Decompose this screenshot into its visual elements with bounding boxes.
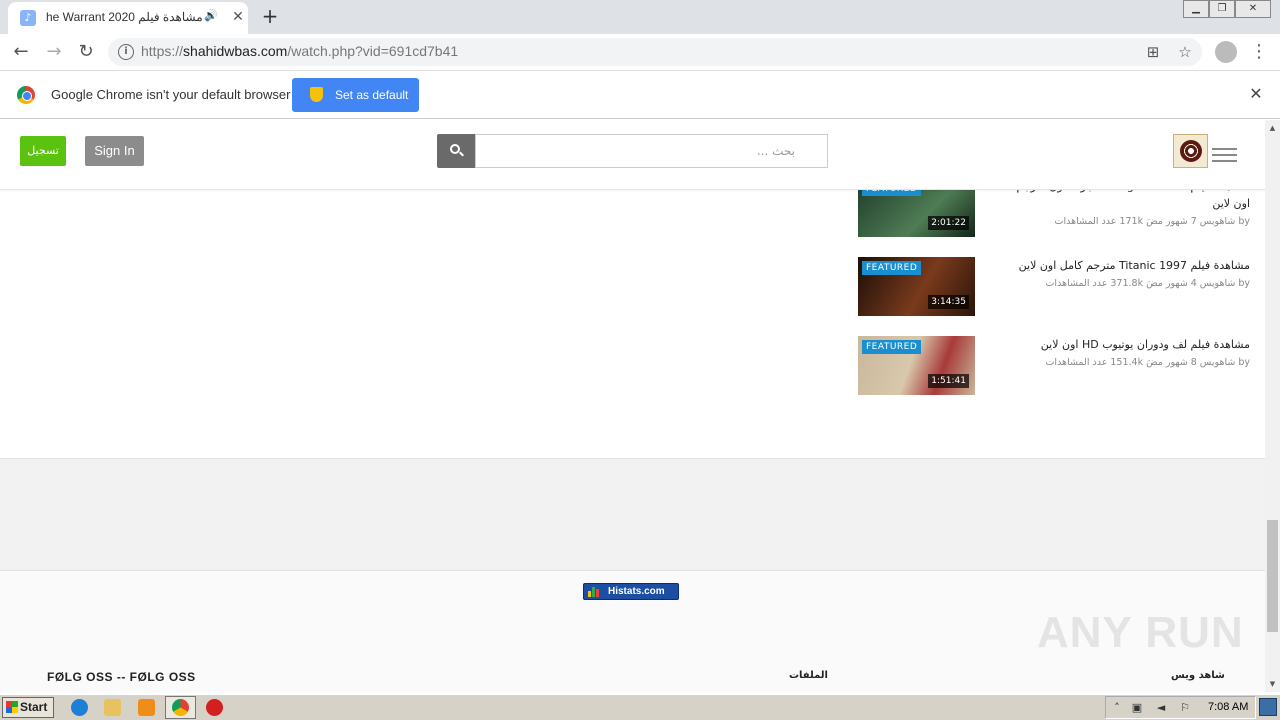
music-note-icon: ♪ <box>20 10 36 26</box>
video-duration: 1:51:41 <box>928 374 969 388</box>
stop-icon[interactable] <box>206 699 223 716</box>
video-thumbnail[interactable]: FEATURED 3:14:35 <box>858 257 975 316</box>
action-center-flag-icon[interactable]: ⚐ <box>1178 701 1192 715</box>
internet-explorer-icon[interactable] <box>71 699 88 716</box>
scroll-up-icon[interactable]: ▲ <box>1265 122 1280 134</box>
clock[interactable]: 7:08 AM <box>1208 701 1248 713</box>
menu-icon[interactable]: ⋮ <box>1250 40 1268 64</box>
reload-button[interactable]: ↻ <box>74 40 98 64</box>
speaker-icon[interactable]: 🔊 <box>204 9 220 25</box>
browser-toolbar: ← → ↻ i https://shahidwbas.com/watch.php… <box>0 34 1280 71</box>
page-viewport: تسجيل Sign In بحث ... FEATURED 2:01:22 م… <box>0 120 1265 692</box>
windows-logo-icon <box>6 701 18 713</box>
back-button[interactable]: ← <box>9 40 33 64</box>
forward-button[interactable]: → <box>42 40 66 64</box>
anyrun-watermark: ANY RUN <box>1037 608 1244 657</box>
close-infobar-icon[interactable]: ✕ <box>1247 85 1265 103</box>
translate-icon[interactable]: ⊞ <box>1144 43 1162 61</box>
video-title[interactable]: مشاهدة فيلم لف ودوران يوتيوب HD اون لاين <box>990 336 1250 353</box>
video-duration: 2:01:22 <box>928 216 969 230</box>
hamburger-menu-icon[interactable] <box>1212 148 1237 162</box>
sign-in-button[interactable]: Sign In <box>85 136 144 166</box>
video-duration: 3:14:35 <box>928 295 969 309</box>
set-as-default-label: Set as default <box>335 88 409 102</box>
video-title[interactable]: مشاهدة فيلم Titanic 1997 مترجم كامل اون … <box>990 257 1250 274</box>
files-heading: الملفات <box>789 670 828 681</box>
default-browser-infobar: Google Chrome isn't your default browser… <box>0 71 1280 119</box>
shahed-heading: شاهد ويس <box>1171 670 1225 681</box>
bar-chart-icon <box>588 587 603 597</box>
info-icon[interactable]: i <box>118 44 134 60</box>
chrome-icon <box>172 699 189 716</box>
url-text: https://shahidwbas.com/watch.php?vid=691… <box>141 43 459 59</box>
taskbar: Start ˄ ▣ ◄ ⚐ 7:08 AM <box>0 694 1280 720</box>
featured-badge: FEATURED <box>862 340 922 354</box>
register-button[interactable]: تسجيل <box>20 136 66 166</box>
minimize-button[interactable]: ▁ <box>1183 0 1209 18</box>
volume-icon[interactable]: ◄ <box>1154 701 1168 715</box>
scroll-thumb[interactable] <box>1267 520 1278 632</box>
site-logo[interactable] <box>1173 134 1208 168</box>
folder-icon[interactable] <box>104 699 121 716</box>
page-scrollbar[interactable]: ▲ ▼ <box>1265 120 1280 692</box>
video-meta: by شاهويس 7 شهور مضَ 171k عدد المشاهدات <box>1054 216 1250 227</box>
set-as-default-button[interactable]: Set as default <box>292 78 419 112</box>
show-desktop-button[interactable] <box>1259 698 1277 716</box>
scroll-down-icon[interactable]: ▼ <box>1265 678 1280 690</box>
video-item[interactable]: FEATURED 1:51:41 مشاهدة فيلم لف ودوران ي… <box>858 336 1253 406</box>
shield-icon <box>310 87 323 102</box>
media-player-icon[interactable] <box>138 699 155 716</box>
close-tab-icon[interactable]: ✕ <box>230 9 246 25</box>
chrome-taskbar-button[interactable] <box>165 696 196 719</box>
site-header: تسجيل Sign In بحث ... <box>0 120 1265 190</box>
close-window-button[interactable]: ✕ <box>1235 0 1271 18</box>
address-bar[interactable]: i https://shahidwbas.com/watch.php?vid=6… <box>108 38 1202 66</box>
profile-avatar-icon[interactable] <box>1215 41 1237 63</box>
new-tab-button[interactable]: + <box>258 4 282 28</box>
start-button[interactable]: Start <box>2 697 54 718</box>
gray-band <box>0 459 1265 571</box>
network-icon[interactable]: ▣ <box>1130 701 1144 715</box>
show-hidden-icons[interactable]: ˄ <box>1110 701 1124 715</box>
video-meta: by شاهويس 8 شهور مضَ 151.4k عدد المشاهدا… <box>1045 357 1250 368</box>
star-icon[interactable]: ☆ <box>1176 43 1194 61</box>
video-meta: by شاهويس 4 شهور مضَ 371.8k عدد المشاهدا… <box>1045 278 1250 289</box>
video-item[interactable]: FEATURED 3:14:35 مشاهدة فيلم Titanic 199… <box>858 257 1253 327</box>
site-footer: Histats.com ANY RUN FØLG OSS -- FØLG OSS… <box>0 572 1265 692</box>
histats-label: Histats.com <box>608 586 665 597</box>
tab-strip: ♪ he Warrant 2020 مشاهدة فيلم 🔊 ✕ + ▁ ❐ … <box>0 0 1280 34</box>
tab-title: he Warrant 2020 مشاهدة فيلم <box>46 10 203 24</box>
restore-button[interactable]: ❐ <box>1209 0 1235 18</box>
follow-us-heading: FØLG OSS -- FØLG OSS <box>47 670 196 684</box>
featured-badge: FEATURED <box>862 261 922 275</box>
search-button[interactable] <box>437 134 475 168</box>
histats-counter[interactable]: Histats.com <box>583 583 679 600</box>
browser-tab[interactable]: ♪ he Warrant 2020 مشاهدة فيلم 🔊 ✕ <box>8 2 248 34</box>
start-label: Start <box>20 700 48 714</box>
infobar-message: Google Chrome isn't your default browser <box>51 87 291 102</box>
video-thumbnail[interactable]: FEATURED 1:51:41 <box>858 336 975 395</box>
chrome-logo-icon <box>17 86 35 104</box>
search-input[interactable]: بحث ... <box>475 134 828 168</box>
